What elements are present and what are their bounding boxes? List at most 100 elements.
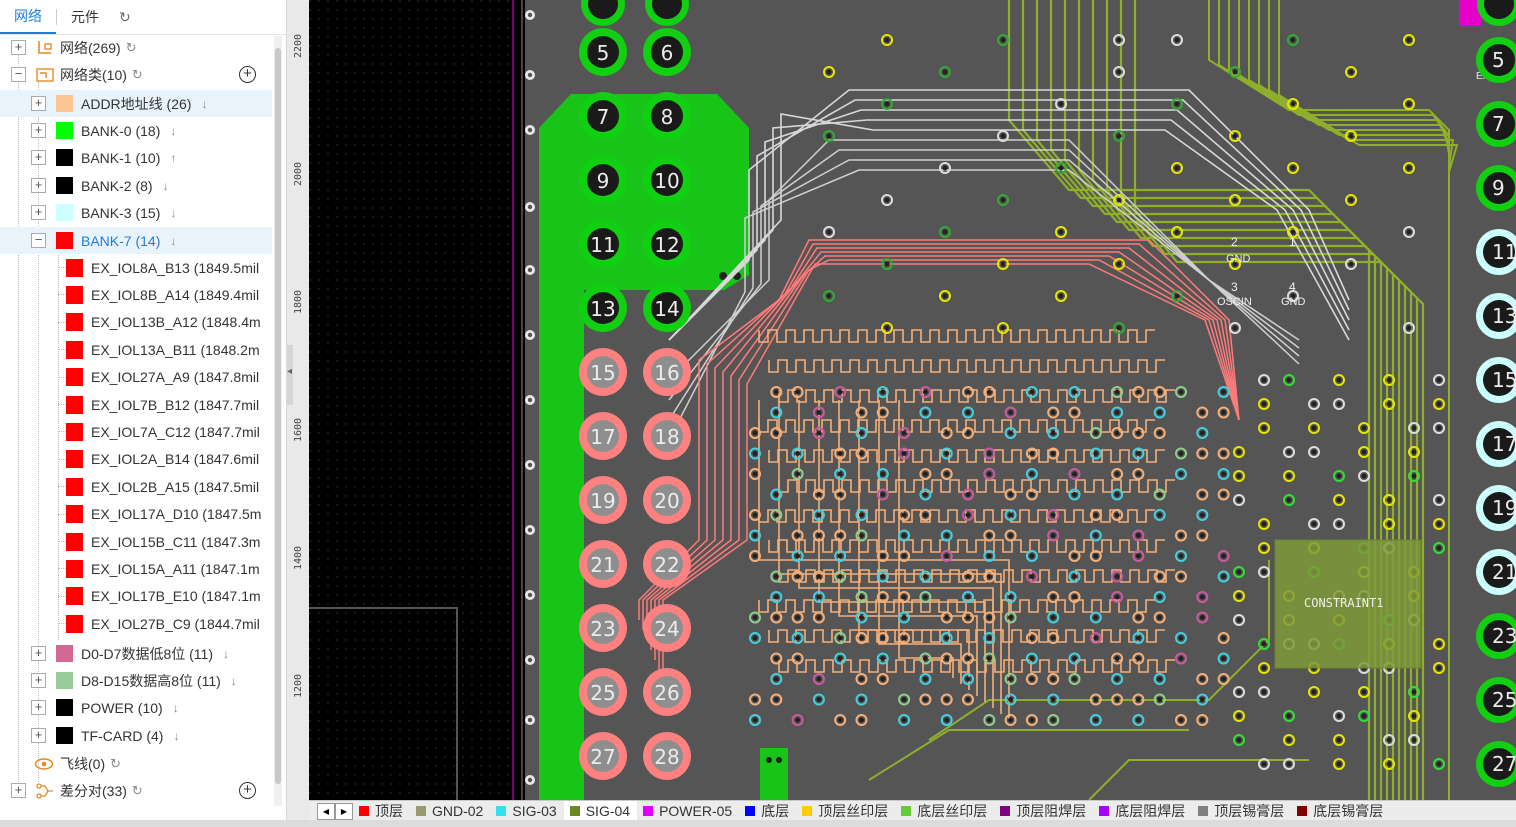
net-item[interactable]: EX_IOL15A_A11 (1847.1m (0, 555, 272, 582)
net-item[interactable]: EX_IOL17A_D10 (1847.5m (0, 501, 272, 528)
tree-node-diff-pairs[interactable]: + 差分对(33) ↻ + (0, 777, 272, 804)
connector-pad[interactable]: 6 (643, 28, 691, 76)
refresh-icon[interactable]: ↻ (132, 783, 143, 799)
sort-arrow-icon[interactable]: ↓ (173, 701, 179, 715)
color-swatch[interactable] (56, 672, 73, 689)
tab-nets[interactable]: 网络 (0, 0, 56, 34)
collapse-icon[interactable]: − (11, 67, 26, 82)
tree-node-net-classes[interactable]: − 网络类(10) ↻ + (0, 61, 272, 88)
tree-class-d0-d7[interactable]: + D0-D7数据低8位 (11) ↓ (0, 640, 272, 667)
sort-arrow-icon[interactable]: ↓ (170, 234, 176, 248)
layer-tab[interactable]: 顶层 (353, 801, 410, 821)
color-swatch[interactable] (66, 258, 83, 277)
net-item[interactable]: EX_IOL8A_B13 (1849.5mil (0, 254, 272, 281)
color-swatch[interactable] (66, 587, 83, 606)
collapse-icon[interactable]: − (31, 233, 46, 248)
connector-pad[interactable]: 21 (579, 540, 627, 588)
connector-pad[interactable]: 20 (643, 476, 691, 524)
sort-arrow-icon[interactable]: ↓ (201, 97, 207, 111)
net-item[interactable]: EX_IOL2B_A15 (1847.5mil (0, 473, 272, 500)
connector-pad[interactable]: 17 (579, 412, 627, 460)
color-swatch[interactable] (66, 422, 83, 441)
pcb-canvas[interactable]: CONSTRAINT1 2 GND 1 3 OSCIN 4 GND EX_PB … (309, 0, 1516, 800)
tree-node-nets[interactable]: + 网络(269) ↻ (0, 34, 272, 61)
expand-icon[interactable]: + (31, 178, 46, 193)
expand-icon[interactable]: + (31, 673, 46, 688)
color-swatch[interactable] (66, 395, 83, 414)
color-swatch[interactable] (66, 368, 83, 387)
layer-tab[interactable]: 底层丝印层 (895, 801, 994, 821)
refresh-icon[interactable]: ↻ (119, 9, 131, 26)
layer-tab[interactable]: POWER-05 (637, 801, 739, 821)
color-swatch[interactable] (56, 232, 73, 249)
expand-icon[interactable]: + (31, 646, 46, 661)
color-swatch[interactable] (56, 727, 73, 744)
connector-pad[interactable]: 22 (643, 540, 691, 588)
sort-arrow-icon[interactable]: ↓ (173, 729, 179, 743)
connector-pad[interactable]: 12 (643, 220, 691, 268)
panel-scrollbar[interactable] (274, 36, 282, 806)
expand-icon[interactable]: + (11, 40, 26, 55)
refresh-icon[interactable]: ↻ (132, 67, 143, 83)
scrollbar-thumb[interactable] (275, 48, 281, 784)
color-swatch[interactable] (56, 122, 73, 139)
color-swatch[interactable] (56, 149, 73, 166)
expand-icon[interactable]: + (31, 123, 46, 138)
expand-icon[interactable]: + (11, 783, 26, 798)
tree-class-bank-0[interactable]: + BANK-0 (18) ↓ (0, 117, 272, 144)
next-layer-icon[interactable]: ▶ (335, 802, 353, 820)
color-swatch[interactable] (66, 313, 83, 332)
tree-class-d8-d15[interactable]: + D8-D15数据高8位 (11) ↓ (0, 667, 272, 694)
pcb-drawing[interactable]: CONSTRAINT1 2 GND 1 3 OSCIN 4 GND EX_PB … (309, 0, 1516, 800)
connector-pad[interactable]: 7 (579, 92, 627, 140)
color-swatch[interactable] (66, 285, 83, 304)
net-item[interactable]: EX_IOL7A_C12 (1847.7mil (0, 418, 272, 445)
connector-pad[interactable]: 25 (579, 668, 627, 716)
connector-pad[interactable]: 9 (579, 156, 627, 204)
connector-pad[interactable]: 19 (579, 476, 627, 524)
tree-class-tf-card[interactable]: + TF-CARD (4) ↓ (0, 722, 272, 749)
tree-class-bank-7[interactable]: − BANK-7 (14) ↓ (0, 227, 272, 254)
sort-arrow-icon[interactable]: ↓ (163, 179, 169, 193)
color-swatch[interactable] (56, 177, 73, 194)
color-swatch[interactable] (66, 340, 83, 359)
layer-tab[interactable]: 底层阻焊层 (1093, 801, 1192, 821)
tree-class-addr[interactable]: + ADDR地址线 (26) ↓ (0, 90, 272, 117)
connector-pad[interactable]: 13 (579, 284, 627, 332)
sort-arrow-icon[interactable]: ↓ (223, 647, 229, 661)
color-swatch[interactable] (66, 450, 83, 469)
prev-layer-icon[interactable]: ◀ (317, 802, 335, 820)
net-item[interactable]: EX_IOL17B_E10 (1847.1m (0, 583, 272, 610)
connector-pad[interactable]: 16 (643, 348, 691, 396)
connector-pad[interactable]: 8 (643, 92, 691, 140)
expand-icon[interactable]: + (31, 96, 46, 111)
layer-tab[interactable]: 顶层丝印层 (796, 801, 895, 821)
refresh-icon[interactable]: ↻ (126, 40, 137, 56)
connector-pad[interactable]: 23 (579, 604, 627, 652)
color-swatch[interactable] (56, 204, 73, 221)
connector-pad[interactable]: 18 (643, 412, 691, 460)
eye-icon[interactable] (34, 757, 54, 771)
net-item[interactable]: EX_IOL15B_C11 (1847.3m (0, 528, 272, 555)
color-swatch[interactable] (56, 645, 73, 662)
connector-pad[interactable]: 10 (643, 156, 691, 204)
layer-tab[interactable]: GND-02 (410, 801, 490, 821)
net-item[interactable]: EX_IOL13B_A12 (1848.4m (0, 309, 272, 336)
connector-pad[interactable]: 15 (579, 348, 627, 396)
color-swatch[interactable] (66, 532, 83, 551)
expand-icon[interactable]: + (31, 700, 46, 715)
sort-arrow-icon[interactable]: ↓ (231, 674, 237, 688)
tree-class-bank-1[interactable]: + BANK-1 (10) ↑ (0, 144, 272, 171)
layer-tab[interactable]: 顶层阻焊层 (994, 801, 1093, 821)
sort-arrow-icon[interactable]: ↓ (170, 124, 176, 138)
tree-node-ratsnest[interactable]: 飞线(0) ↻ (0, 750, 272, 777)
layer-tab[interactable]: 底层锡膏层 (1291, 801, 1390, 821)
color-swatch[interactable] (66, 477, 83, 496)
connector-pad[interactable]: 27 (579, 732, 627, 780)
color-swatch[interactable] (56, 95, 73, 112)
tree-class-bank-2[interactable]: + BANK-2 (8) ↓ (0, 172, 272, 199)
layer-tab[interactable]: SIG-04 (563, 801, 638, 821)
connector-pad[interactable]: 5 (579, 28, 627, 76)
tree-class-bank-3[interactable]: + BANK-3 (15) ↓ (0, 199, 272, 226)
add-net-class-icon[interactable]: + (239, 66, 256, 83)
